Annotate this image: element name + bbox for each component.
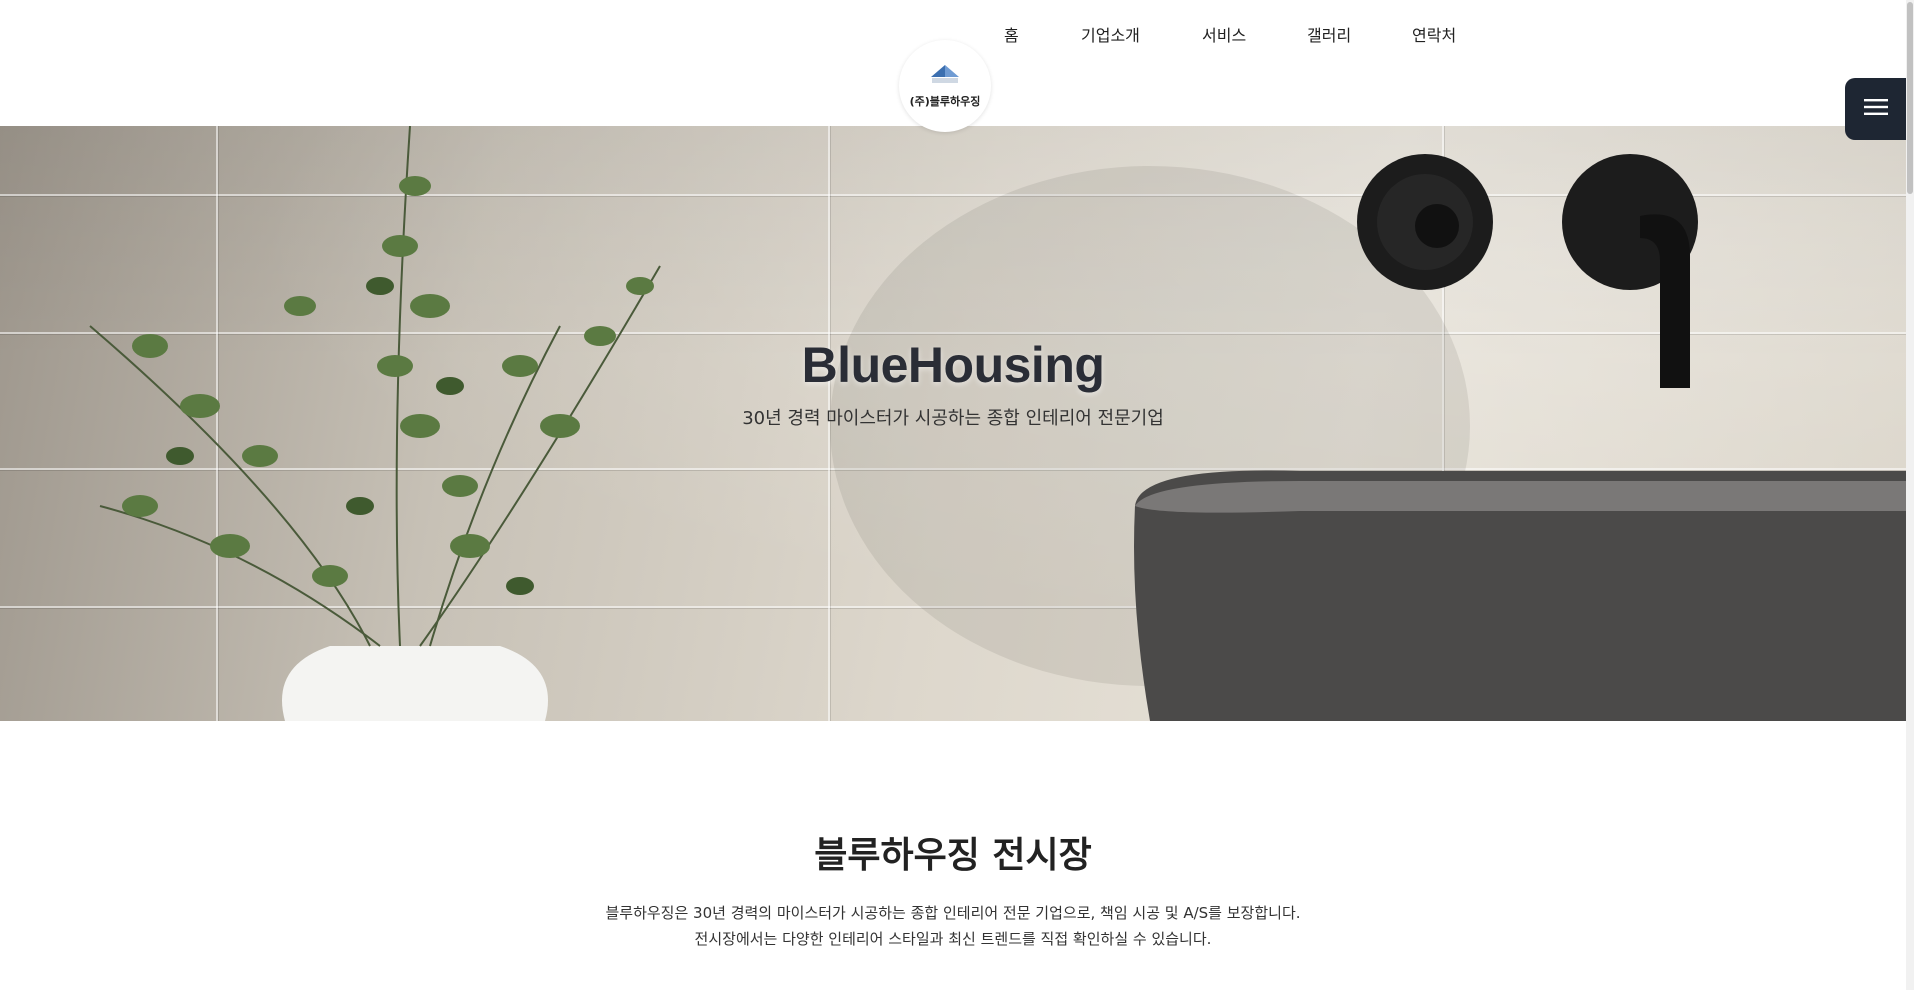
page-scrollbar[interactable] xyxy=(1906,0,1914,990)
showroom-desc-line2: 전시장에서는 다양한 인테리어 스타일과 최신 트렌드를 직접 확인하실 수 있… xyxy=(694,930,1212,948)
showroom-desc-line1: 블루하우징은 30년 경력의 마이스터가 시공하는 종합 인테리어 전문 기업으… xyxy=(605,904,1301,922)
showroom-title: 블루하우징 전시장 xyxy=(814,835,1092,876)
nav-about[interactable]: 기업소개 xyxy=(1081,22,1140,46)
house-roof-icon xyxy=(929,63,961,89)
menu-button[interactable] xyxy=(1845,78,1906,140)
nav-contact[interactable]: 연락처 xyxy=(1412,22,1456,46)
scrollbar-thumb[interactable] xyxy=(1907,2,1913,194)
hero-subtitle: 30년 경력 마이스터가 시공하는 종합 인테리어 전문기업 xyxy=(742,408,1164,429)
logo[interactable]: (주)블루하우징 xyxy=(899,40,991,132)
hero-title: BlueHousing xyxy=(801,337,1105,393)
nav-services[interactable]: 서비스 xyxy=(1202,22,1246,46)
hamburger-menu-icon xyxy=(1863,98,1888,120)
nav-home[interactable]: 홈 xyxy=(1004,22,1019,46)
logo-text: (주)블루하우징 xyxy=(909,95,981,108)
showroom-description: 블루하우징은 30년 경력의 마이스터가 시공하는 종합 인테리어 전문 기업으… xyxy=(0,900,1906,952)
hero-banner: BlueHousing 30년 경력 마이스터가 시공하는 종합 인테리어 전문… xyxy=(0,126,1906,721)
nav-gallery[interactable]: 갤러리 xyxy=(1307,22,1351,46)
